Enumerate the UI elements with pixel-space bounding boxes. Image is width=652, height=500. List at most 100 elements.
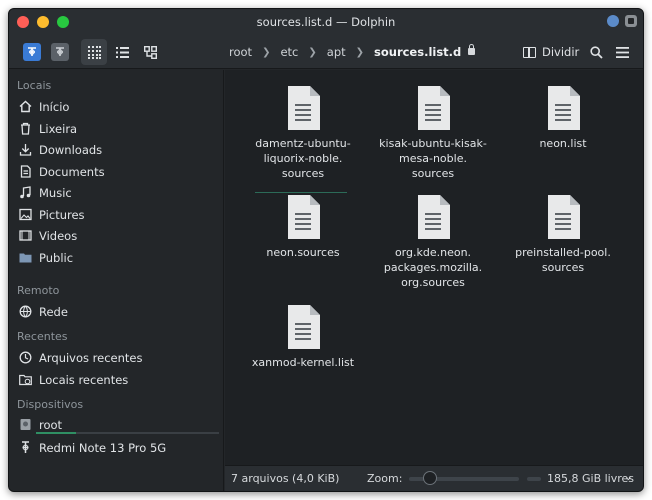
text-file-icon	[546, 86, 580, 130]
go-back-button[interactable]	[19, 39, 45, 65]
sidebar-item-pictures[interactable]: Pictures	[9, 204, 223, 225]
file-item[interactable]: kisak-ubuntu-kisak-mesa-noble. sources	[369, 80, 497, 181]
tree-view-button[interactable]	[137, 39, 163, 65]
text-file-icon	[286, 195, 320, 239]
window-title: sources.list.d — Dolphin	[256, 15, 396, 29]
hamburger-menu-button[interactable]	[609, 39, 635, 65]
free-space[interactable]: 185,8 GiB livres	[547, 472, 634, 485]
keep-above-button[interactable]	[607, 15, 619, 27]
capacity-fill	[36, 432, 77, 434]
sidebar-item-label: Rede	[39, 304, 68, 319]
sidebar-item-locais-recentes[interactable]: Locais recentes	[9, 369, 223, 390]
zoom-label: Zoom:	[367, 472, 403, 485]
trash-icon	[18, 122, 32, 136]
hamburger-menu-icon	[615, 46, 629, 58]
title-bar[interactable]: sources.list.d — Dolphin	[9, 9, 643, 35]
clock-icon	[18, 351, 32, 365]
file-item[interactable]: neon.sources	[239, 189, 367, 260]
toolbar: root ❯ etc ❯ apt ❯ sources.list.d Dividi…	[9, 35, 643, 69]
breadcrumb-etc[interactable]: etc	[278, 45, 300, 59]
breadcrumb-apt[interactable]: apt	[325, 45, 348, 59]
sidebar-item-label: Pictures	[39, 207, 85, 222]
breadcrumb-root[interactable]: root	[227, 45, 254, 59]
sidebar-item-label: Início	[39, 99, 70, 114]
sidebar-item-label: Downloads	[39, 142, 103, 157]
tree-icon	[143, 45, 157, 59]
download-icon	[18, 143, 32, 157]
window-menu-button[interactable]	[625, 15, 637, 27]
icons-view-button[interactable]	[81, 39, 107, 65]
maximize-button[interactable]	[57, 16, 69, 28]
sidebar-item-lixeira[interactable]: Lixeira	[9, 118, 223, 139]
sidebar-item-root[interactable]: root	[9, 414, 223, 435]
file-name: neon.sources	[266, 246, 340, 259]
sidebar-item-videos[interactable]: Videos	[9, 225, 223, 246]
video-icon	[18, 229, 32, 243]
sidebar-item-arquivos-recentes[interactable]: Arquivos recentes	[9, 347, 223, 368]
sidebar-item-public[interactable]: Public	[9, 247, 223, 268]
file-name: xanmod-kernel.list	[251, 356, 355, 369]
capacity-bar	[36, 432, 219, 434]
go-forward-button[interactable]	[47, 39, 73, 65]
file-view[interactable]: damentz-ubuntu-liquorix-noble. sources ki…	[225, 70, 643, 465]
sidebar-item-label: Videos	[39, 228, 78, 243]
sidebar-item-label: root	[39, 417, 63, 432]
file-item[interactable]: org.kde.neon. packages.mozilla. org.source…	[369, 189, 497, 290]
sidebar-item-label: Public	[39, 250, 74, 265]
sidebar-item-rede[interactable]: Rede	[9, 301, 223, 322]
document-icon	[18, 165, 32, 179]
file-name: preinstalled-pool. sources	[515, 246, 611, 274]
file-item[interactable]: preinstalled-pool. sources	[499, 189, 627, 275]
sidebar-item-label: Lixeira	[39, 121, 78, 136]
section-title-dispositivos: Dispositivos	[17, 398, 84, 411]
status-bar: 7 arquivos (4,0 KiB) Zoom: 185,8 GiB liv…	[225, 465, 643, 491]
sidebar-item-label: Music	[39, 185, 72, 200]
kde-logo-icon	[23, 43, 41, 61]
minimize-button[interactable]	[37, 16, 49, 28]
sidebar-item-music[interactable]: Music	[9, 182, 223, 203]
search-icon	[589, 45, 603, 59]
breadcrumb: root ❯ etc ❯ apt ❯ sources.list.d	[227, 35, 476, 69]
sidebar-item-label: Arquivos recentes	[39, 350, 143, 365]
breadcrumb-current[interactable]: sources.list.d	[372, 45, 463, 59]
lock-icon	[468, 43, 476, 55]
folder-icon	[18, 251, 32, 265]
chevron-right-icon: ❯	[355, 46, 365, 58]
split-view-button[interactable]: Dividir	[517, 39, 585, 65]
file-item[interactable]: neon.list	[499, 80, 627, 151]
list-icon	[115, 46, 129, 58]
sidebar-item-label: Documents	[39, 164, 105, 179]
places-panel: Locais Início Lixeira Downloads Document…	[9, 70, 224, 491]
kde-logo-dim-icon	[51, 43, 69, 61]
text-file-icon	[416, 195, 450, 239]
drive-icon	[18, 418, 32, 432]
close-button[interactable]	[17, 16, 29, 28]
network-icon	[18, 305, 32, 319]
file-name: org.kde.neon. packages.mozilla. org.source…	[383, 246, 483, 289]
sidebar-item-redmi[interactable]: Redmi Note 13 Pro 5G	[9, 437, 223, 458]
file-item[interactable]: damentz-ubuntu-liquorix-noble. sources	[239, 80, 367, 181]
section-title-remoto: Remoto	[17, 284, 60, 297]
music-icon	[18, 186, 32, 200]
chevron-right-icon: ❯	[308, 46, 317, 58]
section-title-locais: Locais	[17, 79, 52, 92]
file-item[interactable]: xanmod-kernel.list	[239, 299, 367, 370]
chevron-down-icon[interactable]: ⌄	[624, 470, 633, 483]
details-view-button[interactable]	[109, 39, 135, 65]
folder-clock-icon	[18, 373, 32, 387]
search-button[interactable]	[583, 39, 609, 65]
zoom-slider-end	[527, 477, 541, 481]
chevron-right-icon: ❯	[262, 46, 271, 58]
zoom-slider-handle[interactable]	[423, 471, 437, 485]
file-name: damentz-ubuntu-liquorix-noble. sources	[255, 137, 351, 180]
split-icon	[523, 46, 536, 58]
picture-icon	[18, 208, 32, 222]
sidebar-item-downloads[interactable]: Downloads	[9, 139, 223, 160]
section-title-recentes: Recentes	[17, 330, 68, 343]
text-file-icon	[416, 86, 450, 130]
home-icon	[18, 100, 32, 114]
sidebar-item-label: Redmi Note 13 Pro 5G	[39, 440, 167, 455]
sidebar-item-documents[interactable]: Documents	[9, 161, 223, 182]
phone-icon	[18, 441, 32, 455]
sidebar-item-inicio[interactable]: Início	[9, 96, 223, 117]
